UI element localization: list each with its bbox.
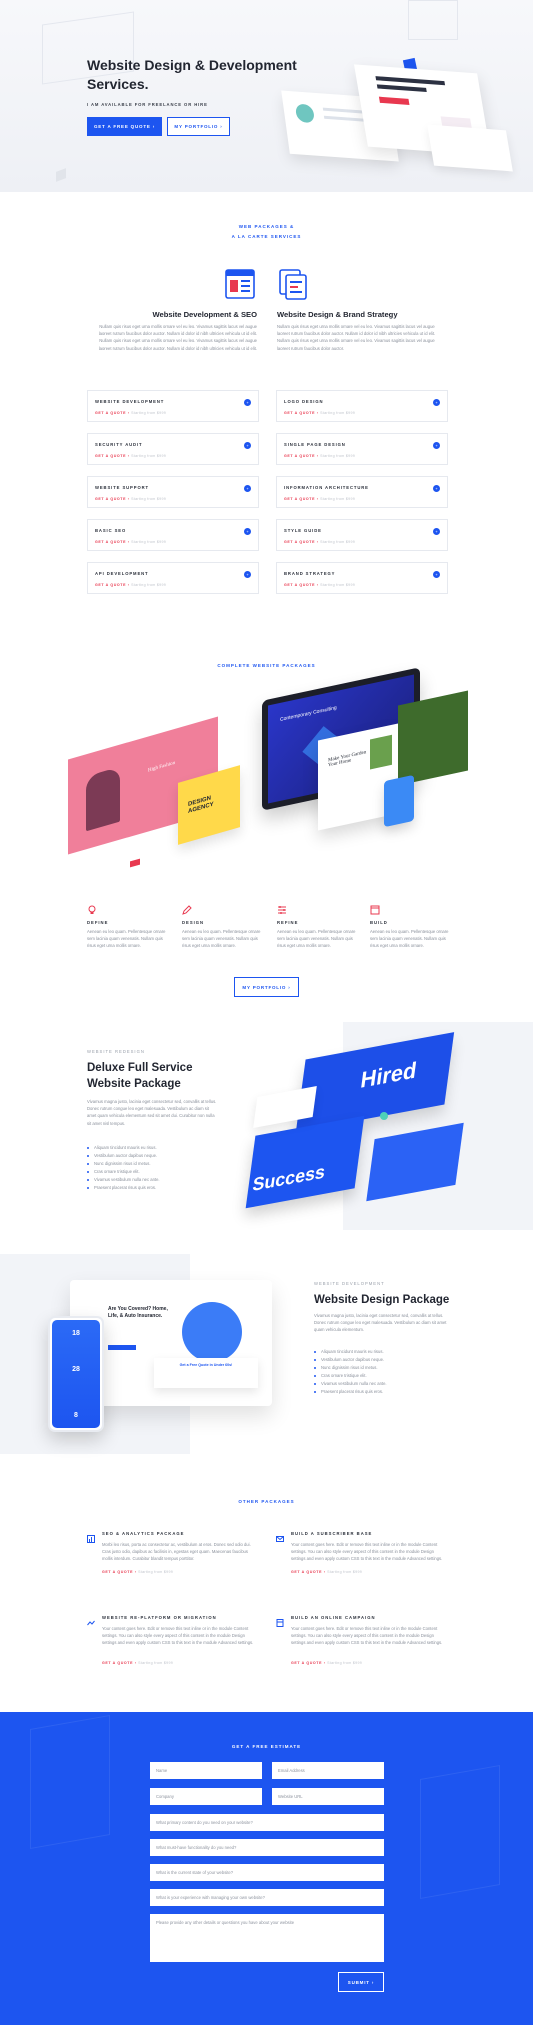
pencil-icon [182,902,192,915]
lightbulb-icon [87,902,97,914]
quote-link[interactable]: GET A QUOTE › Starting from $999 [102,1659,202,1671]
plus-icon[interactable]: + [433,528,440,535]
design-text: Vivamus magna justo, lacinia eget consec… [314,1313,447,1333]
other-packages-section: OTHER PACKAGES SEO & ANALYTICS PACKAGE M… [0,1454,533,1712]
plus-icon[interactable]: + [244,571,251,578]
steps-row: DEFINE Aenean eu leo quam. Pellentesque … [87,902,472,962]
complete-packages-section: COMPLETE WEBSITE PACKAGES High Fashion D… [0,612,533,1022]
package-item[interactable]: INFORMATION ARCHITECTURE GET A QUOTE › St… [276,476,448,508]
plus-icon[interactable]: + [244,399,251,406]
package-item[interactable]: BRAND STRATEGY GET A QUOTE › Starting fro… [276,562,448,594]
quote-link[interactable]: GET A QUOTE › Starting from $999 [291,1568,391,1580]
design-bullets: Aliquam tincidunt mauris eu risus. Vesti… [314,1348,454,1396]
package-item[interactable]: SECURITY AUDIT GET A QUOTE › Starting fro… [87,433,259,465]
plus-icon[interactable]: + [244,485,251,492]
design-package-section: Are You Covered? Home, Life, & Auto Insu… [0,1254,533,1454]
plus-icon[interactable]: + [433,442,440,449]
deluxe-section: WEBSITE REDESIGN Deluxe Full Service Web… [0,1022,533,1230]
browser-icon [370,902,380,915]
hero-subtitle: I AM AVAILABLE FOR FREELANCE OR HIRE [87,102,208,107]
deluxe-eyebrow: WEBSITE REDESIGN [87,1049,145,1054]
current-state-field[interactable]: What is the current state of your websit… [150,1864,384,1881]
left-column-text: Nullam quis risus eget urna mollis ornar… [98,324,257,351]
functionality-field[interactable]: What must-have functionality do you need… [150,1839,384,1856]
package-item[interactable]: WEBSITE DEVELOPMENT GET A QUOTE › Startin… [87,390,259,422]
decor-frame [420,1764,500,1900]
quote-link[interactable]: GET A QUOTE › Starting from $999 [291,1659,391,1671]
deluxe-title: Deluxe Full Service Website Package [87,1062,193,1090]
deluxe-text: Vivamus magna justo, lacinia eget consec… [87,1099,217,1126]
message-field[interactable]: Please provide any other details or ques… [150,1914,384,1962]
migration-icon [87,1614,95,1626]
name-field[interactable]: Name [150,1762,262,1779]
plus-icon[interactable]: + [433,399,440,406]
complete-heading: COMPLETE WEBSITE PACKAGES [217,663,316,668]
estimate-section: GET A FREE ESTIMATE Name Email Address C… [0,1712,533,2025]
mail-icon [276,1530,284,1542]
portfolio-button[interactable]: MY PORTFOLIO › [234,977,299,997]
package-item[interactable]: WEBSITE SUPPORT GET A QUOTE › Starting fr… [87,476,259,508]
mockup-plants [398,690,468,786]
step-refine: REFINE Aenean eu leo quam. Pellentesque … [277,902,357,950]
hero-title: Website Design & Development Services. [87,57,297,92]
mockup-phone [384,774,414,828]
design-eyebrow: WEBSITE DEVELOPMENT [314,1281,385,1286]
decor-block [130,858,140,868]
campaign-icon [276,1614,284,1627]
package-item[interactable]: BASIC SEO GET A QUOTE › Starting from $99… [87,519,259,551]
hero-section: Website Design & Development Services. I… [0,0,533,192]
plus-icon[interactable]: + [433,485,440,492]
step-build: BUILD Aenean eu leo quam. Pellentesque o… [370,902,450,950]
package-item[interactable]: STYLE GUIDE GET A QUOTE › Starting from $… [276,519,448,551]
right-column-text: Nullam quis risus eget urna mollis ornar… [277,324,436,351]
decor-block [56,168,66,182]
decor-frame [408,0,458,40]
design-title: Website Design Package [314,1294,450,1306]
packages-heading: WEB PACKAGES & [238,224,295,229]
plus-icon[interactable]: + [244,442,251,449]
chart-icon [87,1530,95,1543]
packages-heading: A LA CARTE SERVICES [231,234,302,239]
package-item[interactable]: LOGO DESIGN GET A QUOTE › Starting from $… [276,390,448,422]
deluxe-bullets: Aliquam tincidunt mauris eu risus. Vesti… [87,1144,227,1192]
plus-icon[interactable]: + [244,528,251,535]
phone-mockup: 18 28 8 [48,1316,104,1432]
company-field[interactable]: Company [150,1788,262,1805]
estimate-heading: GET A FREE ESTIMATE [231,1744,302,1749]
step-define: DEFINE Aenean eu leo quam. Pellentesque … [87,902,167,950]
browser-layout-icon [224,268,256,300]
code-document-icon [277,268,309,300]
website-url-field[interactable]: Website URL [272,1788,384,1805]
left-column-title: Website Development & SEO [152,310,257,319]
portfolio-button[interactable]: MY PORTFOLIO › [167,117,230,136]
quote-link[interactable]: GET A QUOTE › Starting from $999 [102,1568,202,1580]
content-needs-field[interactable]: What primary content do you need on your… [150,1814,384,1831]
package-item[interactable]: API DEVELOPMENT GET A QUOTE › Starting fr… [87,562,259,594]
email-field[interactable]: Email Address [272,1762,384,1779]
submit-button[interactable]: SUBMIT › [338,1972,384,1992]
package-item[interactable]: SINGLE PAGE DESIGN GET A QUOTE › Starting… [276,433,448,465]
free-quote-button[interactable]: GET A FREE QUOTE › [87,117,162,136]
decor-dot [380,1112,388,1120]
experience-field[interactable]: What is your experience with managing yo… [150,1889,384,1906]
step-design: DESIGN Aenean eu leo quam. Pellentesque … [182,902,262,950]
plus-icon[interactable]: + [433,571,440,578]
hero-mockup [427,124,513,172]
right-column-title: Website Design & Brand Strategy [277,310,398,319]
packages-section: WEB PACKAGES & A LA CARTE SERVICES Websi… [0,192,533,612]
other-heading: OTHER PACKAGES [238,1499,295,1504]
decor-frame [30,1714,110,1850]
sliders-icon [277,902,287,914]
